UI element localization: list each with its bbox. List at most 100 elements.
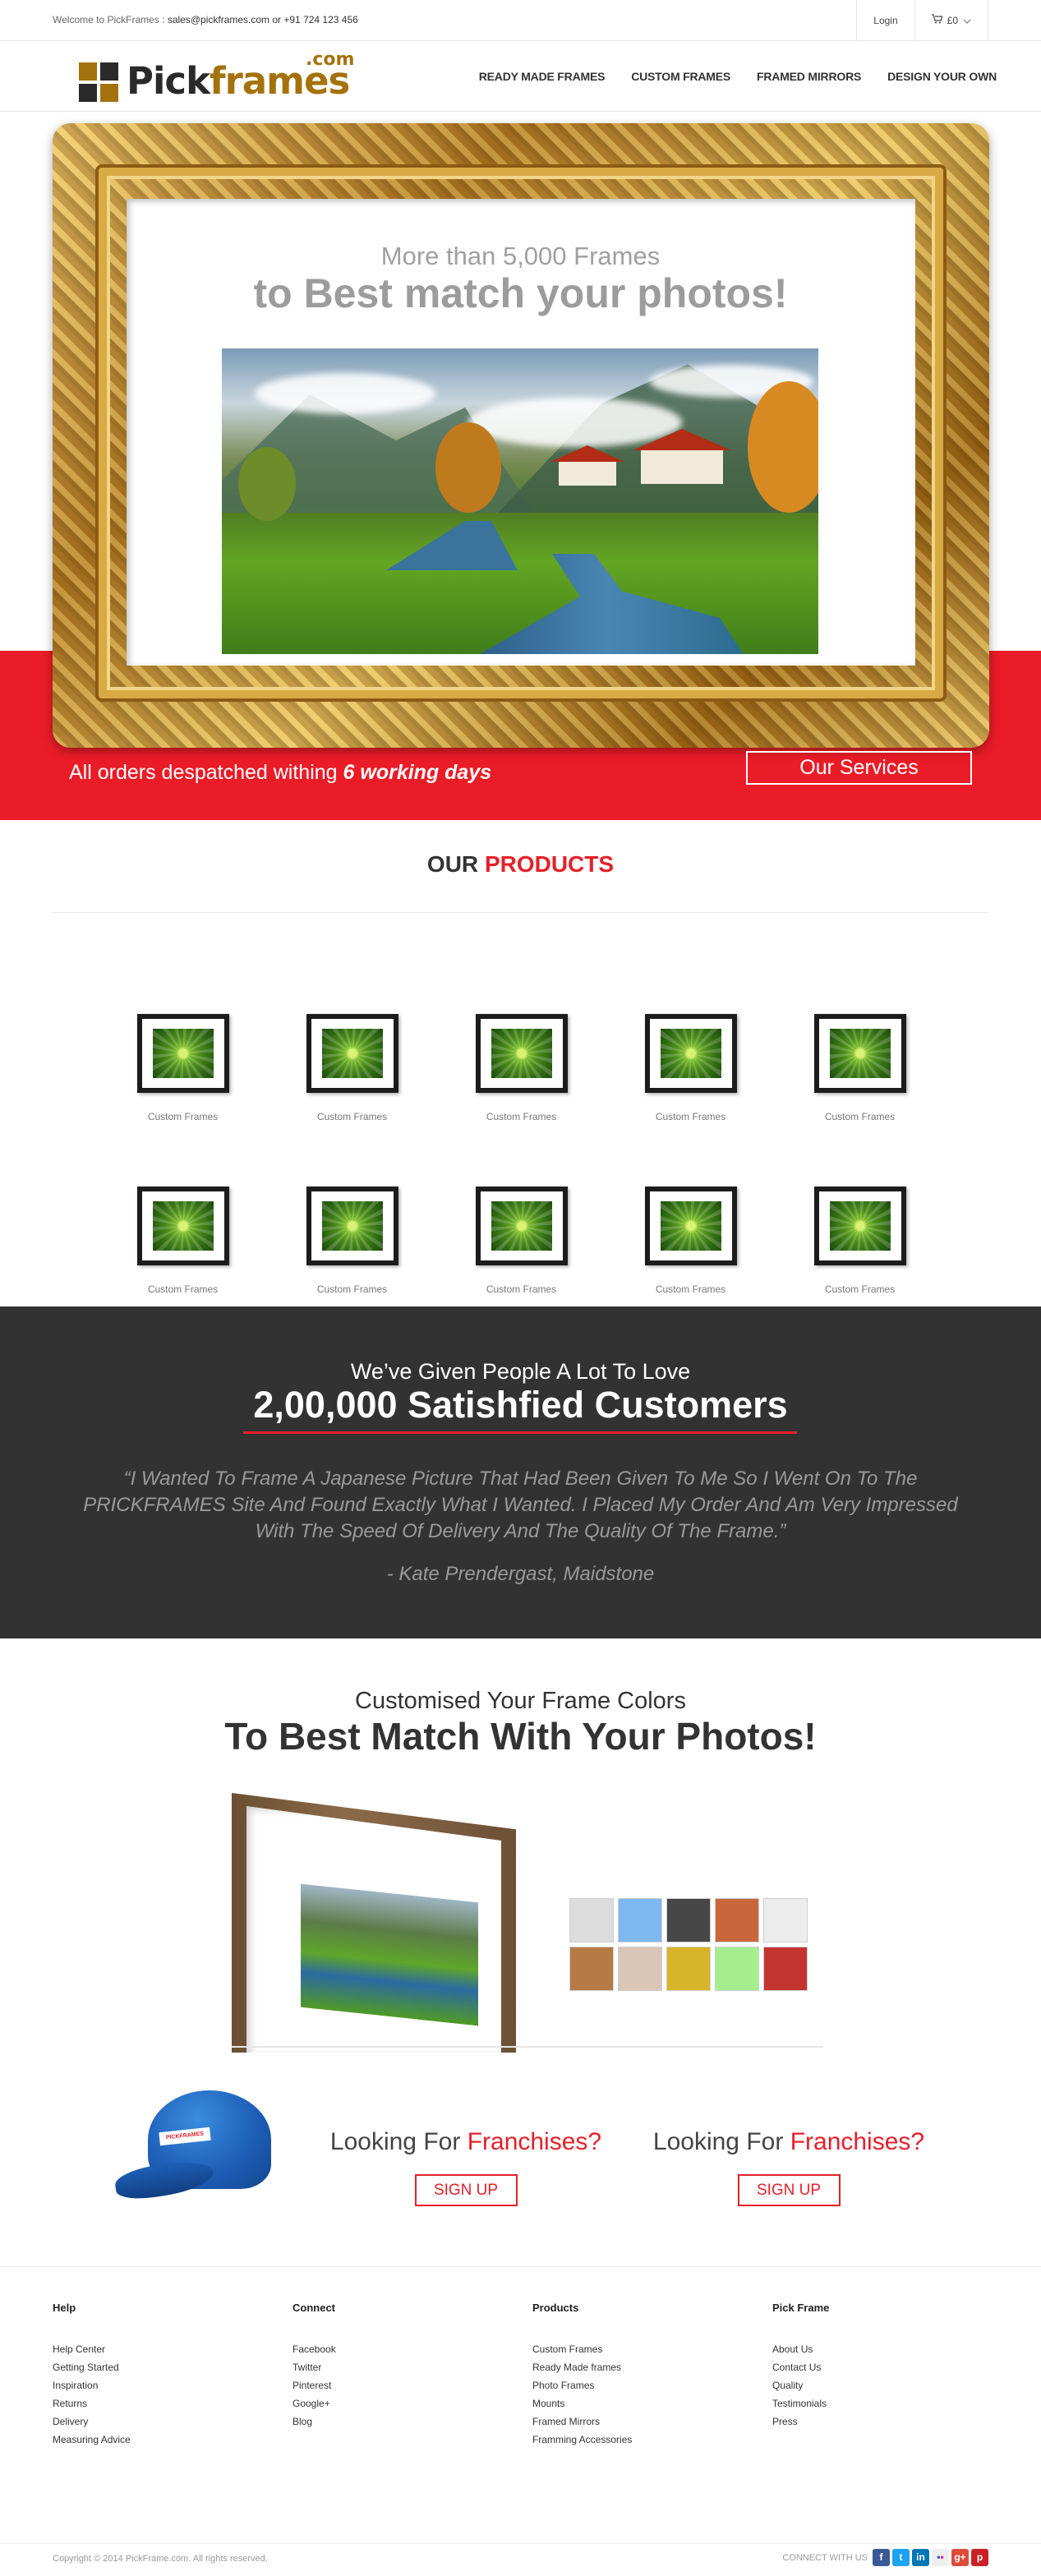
- main-nav: READY MADE FRAMES CUSTOM FRAMES FRAMED M…: [479, 41, 997, 112]
- product-label: Custom Frames: [486, 1111, 557, 1122]
- footer-link[interactable]: Ready Made frames: [532, 2358, 632, 2376]
- footer-link[interactable]: Mounts: [532, 2394, 632, 2412]
- sign-up-button[interactable]: SIGN UP: [737, 2174, 841, 2206]
- footer-link[interactable]: Measuring Advice: [53, 2431, 131, 2449]
- product-label: Custom Frames: [824, 1283, 896, 1295]
- footer-column-title: Pick Frame: [772, 2302, 830, 2314]
- nav-design-your-own[interactable]: DESIGN YOUR OWN: [887, 70, 997, 83]
- footer-column-title: Connect: [292, 2302, 335, 2314]
- cart-button[interactable]: £0: [914, 0, 988, 40]
- product-label: Custom Frames: [655, 1111, 726, 1122]
- product-card[interactable]: Custom Frames: [260, 1014, 424, 1145]
- color-swatch[interactable]: [715, 1898, 759, 1942]
- color-swatch[interactable]: [569, 1947, 614, 1991]
- testimonial-headline: 2,00,000 Satishfied Customers: [253, 1384, 788, 1426]
- google-plus-icon[interactable]: g+: [951, 2549, 969, 2566]
- color-swatch[interactable]: [666, 1898, 711, 1942]
- footer-link[interactable]: Press: [772, 2412, 829, 2431]
- product-card[interactable]: Custom Frames: [767, 1014, 932, 1145]
- nav-framed-mirrors[interactable]: FRAMED MIRRORS: [757, 70, 861, 83]
- hero-subtitle: More than 5,000 Frames: [380, 242, 661, 270]
- linkedin-icon[interactable]: in: [912, 2549, 929, 2566]
- color-swatch[interactable]: [618, 1898, 662, 1942]
- social-links: f t in •• g+ p: [873, 2549, 988, 2566]
- footer-link[interactable]: Framed Mirrors: [532, 2412, 632, 2431]
- customise-lead: Customised Your Frame Colors: [355, 1688, 686, 1714]
- color-swatch[interactable]: [763, 1898, 808, 1942]
- footer-link[interactable]: Google+: [292, 2394, 336, 2412]
- product-card[interactable]: Custom Frames: [598, 1187, 762, 1318]
- top-bar: Welcome to PickFrames : sales@pickframes…: [0, 0, 1041, 41]
- product-card[interactable]: Custom Frames: [598, 1014, 762, 1145]
- frame-thumbnail: [814, 1014, 906, 1093]
- footer-link[interactable]: Blog: [292, 2412, 336, 2431]
- despatch-highlight: 6 working days: [343, 761, 492, 784]
- footer-link[interactable]: Quality: [772, 2376, 829, 2394]
- franchise-row: PICKFRAMES Looking For Franchises? SIGN …: [0, 2059, 1041, 2223]
- hero-title: to Best match your photos!: [253, 270, 788, 316]
- frame-thumbnail: [476, 1187, 568, 1265]
- testimonial-section: We’ve Given People A Lot To Love 2,00,00…: [0, 1306, 1041, 1638]
- frame-thumbnail: [645, 1014, 737, 1093]
- footer-link[interactable]: Twitter: [292, 2358, 336, 2376]
- product-card[interactable]: Custom Frames: [90, 1014, 255, 1145]
- franchise-title: Looking For Franchises?: [310, 2128, 622, 2156]
- despatch-message: All orders despatched withing 6 working …: [69, 761, 491, 785]
- footer-link[interactable]: Delivery: [53, 2412, 131, 2431]
- footer-link[interactable]: Facebook: [292, 2340, 336, 2358]
- color-swatch[interactable]: [569, 1898, 614, 1942]
- nav-custom-frames[interactable]: CUSTOM FRAMES: [631, 70, 730, 83]
- pinterest-icon[interactable]: p: [971, 2549, 988, 2566]
- frame-thumbnail: [306, 1187, 398, 1265]
- footer-column: Connect Facebook Twitter Pinterest Google+ Bl…: [292, 2302, 336, 2431]
- site-header: Pickframes .com READY MADE FRAMES CUSTOM…: [0, 41, 1041, 112]
- footer-link[interactable]: Getting Started: [53, 2358, 131, 2376]
- franchise-prefix: Looking For: [329, 2128, 461, 2155]
- product-card[interactable]: Custom Frames: [90, 1187, 255, 1318]
- footer-link[interactable]: Photo Frames: [532, 2376, 632, 2394]
- nav-ready-made-frames[interactable]: READY MADE FRAMES: [479, 70, 606, 83]
- franchise-prefix: Looking For: [652, 2128, 784, 2155]
- testimonial-quote: “I Wanted To Frame A Japanese Picture Th…: [83, 1468, 958, 1542]
- sign-up-button[interactable]: SIGN UP: [414, 2174, 518, 2206]
- product-card[interactable]: Custom Frames: [260, 1187, 424, 1318]
- product-card[interactable]: Custom Frames: [429, 1014, 593, 1145]
- testimonial-lead: We’ve Given People A Lot To Love: [350, 1359, 691, 1384]
- customise-section: Customised Your Frame Colors To Best Mat…: [0, 1638, 1041, 2266]
- color-swatch[interactable]: [666, 1947, 711, 1991]
- login-link[interactable]: Login: [856, 0, 914, 40]
- color-swatch[interactable]: [715, 1947, 759, 1991]
- facebook-icon[interactable]: f: [873, 2549, 890, 2566]
- cap-image: PICKFRAMES: [113, 2090, 279, 2214]
- footer-link[interactable]: About Us: [772, 2340, 829, 2358]
- connect-label: CONNECT WITH US: [782, 2552, 868, 2563]
- footer-link[interactable]: Pinterest: [292, 2376, 336, 2394]
- twitter-icon[interactable]: t: [892, 2549, 910, 2566]
- flickr-icon[interactable]: ••: [932, 2549, 949, 2566]
- frame-thumbnail: [645, 1187, 737, 1265]
- landscape-photo: [222, 348, 818, 654]
- product-label: Custom Frames: [486, 1283, 557, 1295]
- site-footer: Help Help Center Getting Started Inspiratio…: [0, 2266, 1041, 2576]
- footer-link[interactable]: Help Center: [53, 2340, 131, 2358]
- product-card[interactable]: Custom Frames: [767, 1187, 932, 1318]
- chevron-down-icon: [963, 15, 971, 26]
- site-logo[interactable]: Pickframes .com: [79, 49, 358, 102]
- color-swatch[interactable]: [618, 1947, 662, 1991]
- footer-link[interactable]: Custom Frames: [532, 2340, 632, 2358]
- color-swatch[interactable]: [763, 1947, 808, 1991]
- footer-link[interactable]: Inspiration: [53, 2376, 131, 2394]
- footer-link[interactable]: Contact Us: [772, 2358, 829, 2376]
- footer-link[interactable]: Returns: [53, 2394, 131, 2412]
- product-label: Custom Frames: [655, 1283, 726, 1295]
- color-swatches: [569, 1898, 808, 1991]
- product-card[interactable]: Custom Frames: [429, 1187, 593, 1318]
- footer-link[interactable]: Framming Accessories: [532, 2431, 632, 2449]
- product-label: Custom Frames: [316, 1111, 388, 1122]
- footer-link[interactable]: Testimonials: [772, 2394, 829, 2412]
- footer-column-title: Help: [53, 2302, 76, 2314]
- our-services-button[interactable]: Our Services: [746, 751, 972, 785]
- welcome-text: Welcome to PickFrames : sales@pickframes…: [53, 14, 358, 25]
- franchise-highlight: Franchises?: [790, 2128, 925, 2155]
- franchise-title: Looking For Franchises?: [633, 2128, 945, 2156]
